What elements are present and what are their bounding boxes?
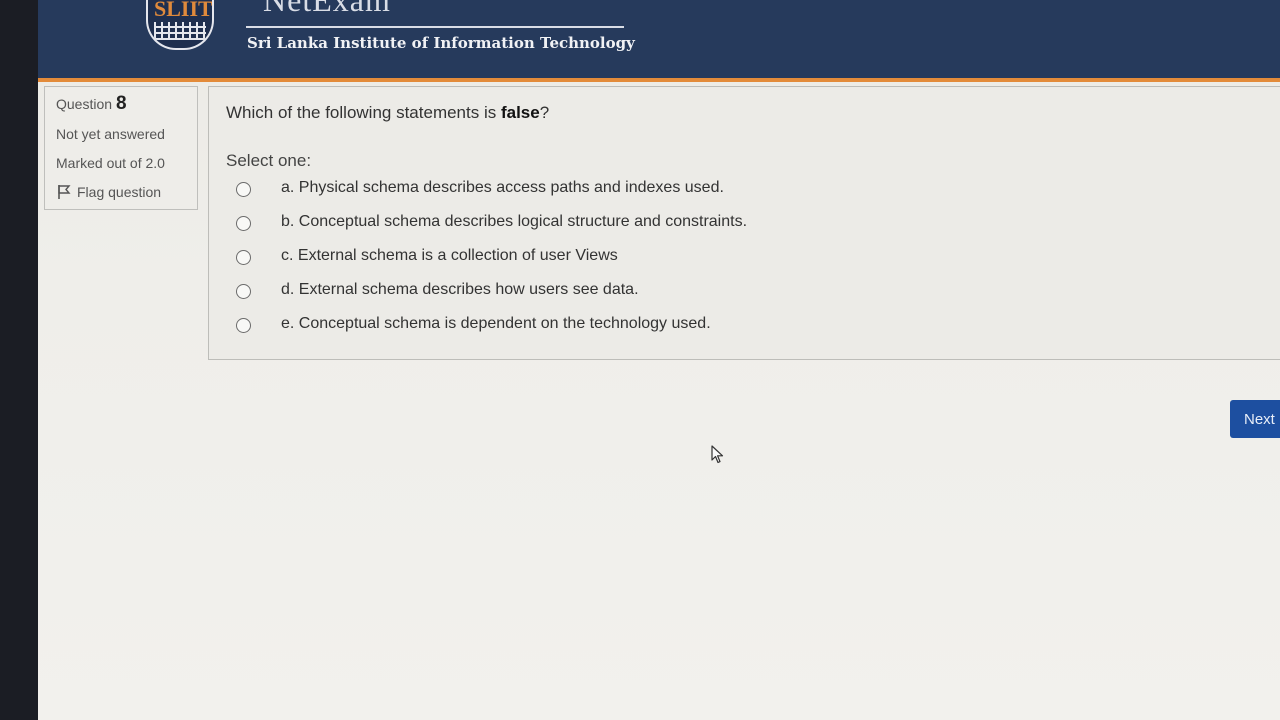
question-content: Which of the following statements is fal… <box>208 86 1280 360</box>
flag-question-label: Flag question <box>77 184 162 200</box>
radio-button-c[interactable] <box>236 250 251 265</box>
answer-option-c[interactable]: c. External schema is a collection of us… <box>233 247 833 271</box>
brand-divider <box>246 26 624 28</box>
radio-button-a[interactable] <box>236 182 251 197</box>
question-prefix: Which of the following statements is <box>226 103 501 122</box>
answer-option-label[interactable]: b. Conceptual schema describes logical s… <box>281 213 747 231</box>
marks-info: Marked out of 2.0 <box>56 155 165 171</box>
radio-button-d[interactable] <box>236 284 251 299</box>
screen-frame: SLIIT NetExam Sri Lanka Institute of Inf… <box>38 0 1280 720</box>
answer-option-label[interactable]: a. Physical schema describes access path… <box>281 179 724 197</box>
mouse-pointer-icon <box>711 445 724 464</box>
answer-option-a[interactable]: a. Physical schema describes access path… <box>233 179 833 203</box>
radio-button-e[interactable] <box>236 318 251 333</box>
select-one-label: Select one: <box>226 151 312 170</box>
site-header: SLIIT NetExam Sri Lanka Institute of Inf… <box>38 0 1280 82</box>
question-info-panel: Question 8 Not yet answered Marked out o… <box>44 86 198 210</box>
question-text: Which of the following statements is fal… <box>226 103 549 123</box>
radio-button-b[interactable] <box>236 216 251 231</box>
question-label: Question <box>56 96 113 112</box>
answer-option-label[interactable]: c. External schema is a collection of us… <box>281 247 618 265</box>
sliit-logo: SLIIT <box>146 0 214 50</box>
answer-option-e[interactable]: e. Conceptual schema is dependent on the… <box>233 315 833 339</box>
answer-status: Not yet answered <box>56 126 165 142</box>
answer-option-label[interactable]: e. Conceptual schema is dependent on the… <box>281 315 711 333</box>
institute-name: Sri Lanka Institute of Information Techn… <box>247 34 635 52</box>
flag-icon <box>58 185 71 199</box>
brand-title: NetExam <box>263 0 493 12</box>
logo-text: SLIIT <box>154 0 213 21</box>
answer-option-label[interactable]: d. External schema describes how users s… <box>281 281 639 299</box>
flag-question-link[interactable]: Flag question <box>56 184 161 200</box>
next-button[interactable]: Next <box>1230 400 1280 438</box>
answer-option-d[interactable]: d. External schema describes how users s… <box>233 281 833 305</box>
question-suffix: ? <box>539 103 550 122</box>
question-number-line: Question 8 <box>56 93 127 115</box>
logo-emblem-grid <box>154 22 206 40</box>
question-emphasis: false <box>500 103 540 122</box>
question-number: 8 <box>115 93 127 114</box>
answer-option-b[interactable]: b. Conceptual schema describes logical s… <box>233 213 833 237</box>
